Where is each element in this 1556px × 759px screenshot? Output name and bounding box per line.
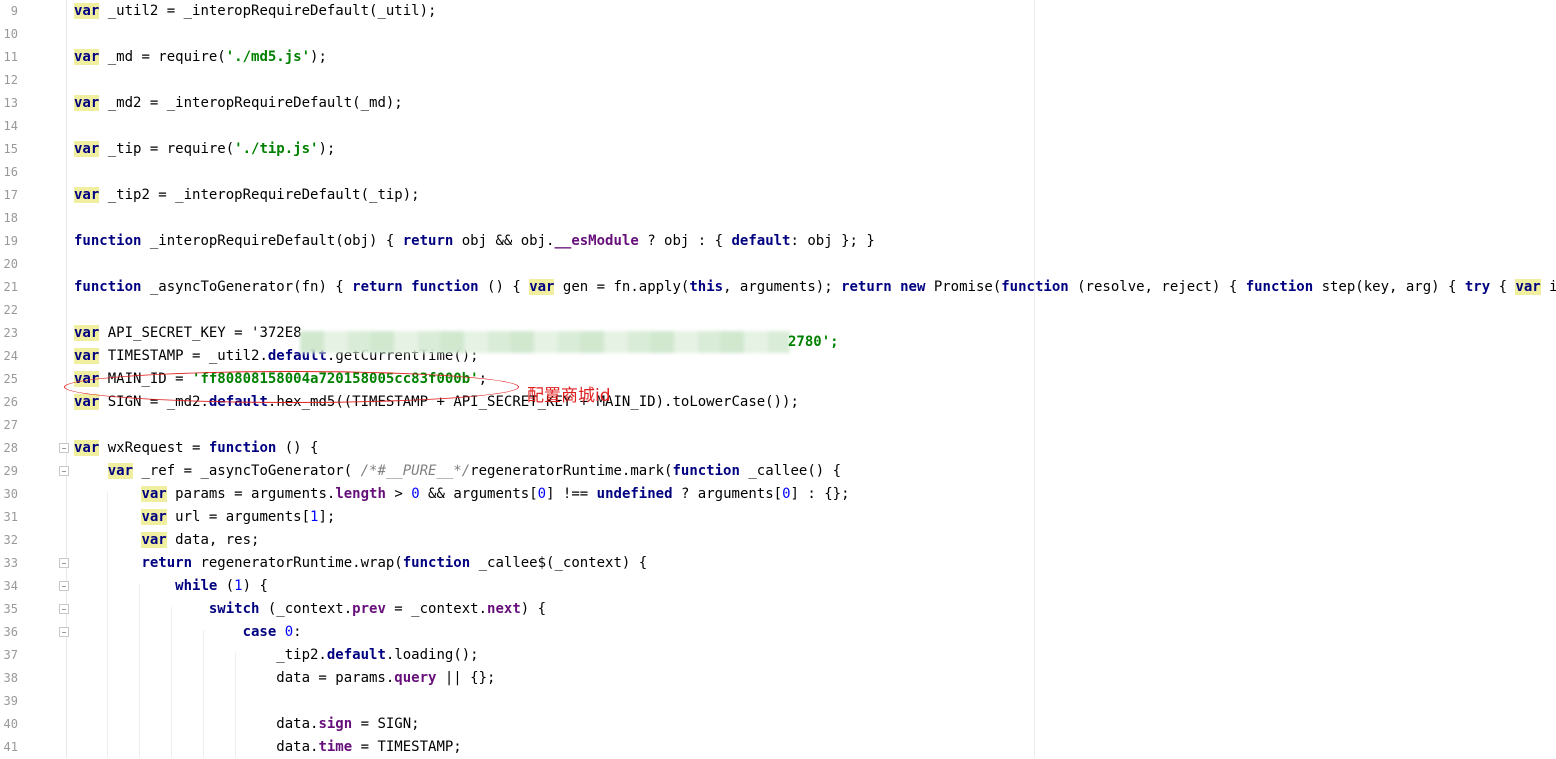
code-line[interactable]: 41 data.time = TIMESTAMP; (0, 736, 1556, 759)
code-text: var _ref = _asyncToGenerator( /*#__PURE_… (107, 463, 842, 479)
code-line[interactable]: 32 var data, res; (0, 529, 1556, 552)
line-number: 24 (3, 349, 18, 363)
code-line[interactable]: 14 (0, 115, 1556, 138)
code-text: var _tip2 = _interopRequireDefault(_tip)… (74, 187, 420, 203)
line-number: 10 (3, 27, 18, 41)
code-line[interactable]: 40 data.sign = SIGN; (0, 713, 1556, 736)
code-line[interactable]: 28 var wxRequest = function () { (0, 437, 1556, 460)
line-number: 40 (3, 717, 18, 731)
code-line[interactable]: 9 var _util2 = _interopRequireDefault(_ut… (0, 0, 1556, 23)
line-number: 36 (3, 625, 18, 639)
code-line[interactable]: 34 while (1) { (0, 575, 1556, 598)
code-line[interactable]: 38 data = params.query || {}; (0, 667, 1556, 690)
code-text: var API_SECRET_KEY = '372E8 (74, 325, 302, 341)
code-line[interactable]: 13 var _md2 = _interopRequireDefault(_md)… (0, 92, 1556, 115)
code-line[interactable]: 12 (0, 69, 1556, 92)
line-number: 21 (3, 280, 18, 294)
code-text: case 0: (242, 624, 302, 640)
code-text: function _asyncToGenerator(fn) { return … (74, 279, 1556, 295)
line-number: 34 (3, 579, 18, 593)
line-number: 25 (3, 372, 18, 386)
code-text: _tip2.default.loading(); (74, 647, 479, 663)
line-number: 19 (3, 234, 18, 248)
line-number: 31 (3, 510, 18, 524)
code-line[interactable]: 36 case 0: (0, 621, 1556, 644)
code-text: var data, res; (141, 532, 260, 548)
fold-toggle-icon[interactable] (59, 466, 69, 476)
code-text: data.time = TIMESTAMP; (74, 739, 462, 755)
line-number: 12 (3, 73, 18, 87)
line-number: 17 (3, 188, 18, 202)
code-line[interactable]: 10 (0, 23, 1556, 46)
line-number: 9 (10, 4, 18, 18)
code-line[interactable]: 33 return regeneratorRuntime.wrap(functi… (0, 552, 1556, 575)
code-line[interactable]: 30 var params = arguments.length > 0 && … (0, 483, 1556, 506)
annotation-label: 配置商城id (527, 386, 611, 406)
secret-key-tail: 2780'; (788, 334, 839, 350)
fold-toggle-icon[interactable] (59, 604, 69, 614)
code-text: var _md2 = _interopRequireDefault(_md); (74, 95, 403, 111)
code-text: switch (_context.prev = _context.next) { (208, 601, 547, 617)
line-number: 20 (3, 257, 18, 271)
code-line[interactable]: 19 function _interopRequireDefault(obj) {… (0, 230, 1556, 253)
line-number: 37 (3, 648, 18, 662)
line-number: 14 (3, 119, 18, 133)
line-number: 41 (3, 740, 18, 754)
line-number: 32 (3, 533, 18, 547)
line-number: 38 (3, 671, 18, 685)
code-text: while (1) { (175, 578, 268, 594)
code-text: return regeneratorRuntime.wrap(function … (141, 555, 648, 571)
code-text: var params = arguments.length > 0 && arg… (141, 486, 850, 502)
line-number: 27 (3, 418, 18, 432)
code-line[interactable]: 18 (0, 207, 1556, 230)
annotation-ellipse (64, 371, 519, 403)
line-number: 16 (3, 165, 18, 179)
code-text: data = params.query || {}; (74, 670, 496, 686)
code-line[interactable]: 15 var _tip = require('./tip.js'); (0, 138, 1556, 161)
code-text: data.sign = SIGN; (74, 716, 420, 732)
line-number: 22 (3, 303, 18, 317)
code-line[interactable]: 27 (0, 414, 1556, 437)
code-line[interactable]: 37 _tip2.default.loading(); (0, 644, 1556, 667)
line-number: 30 (3, 487, 18, 501)
code-line[interactable]: 21 function _asyncToGenerator(fn) { retur… (0, 276, 1556, 299)
fold-toggle-icon[interactable] (59, 627, 69, 637)
code-text: var _util2 = _interopRequireDefault(_uti… (74, 3, 437, 19)
line-number: 35 (3, 602, 18, 616)
code-line[interactable]: 31 var url = arguments[1]; (0, 506, 1556, 529)
code-text: function _interopRequireDefault(obj) { r… (74, 233, 875, 249)
code-text: var url = arguments[1]; (141, 509, 336, 525)
fold-toggle-icon[interactable] (59, 581, 69, 591)
code-text: var wxRequest = function () { (74, 440, 319, 456)
code-text: var _md = require('./md5.js'); (74, 49, 327, 65)
code-line[interactable]: 29 var _ref = _asyncToGenerator( /*#__PU… (0, 460, 1556, 483)
line-number: 28 (3, 441, 18, 455)
line-number: 29 (3, 464, 18, 478)
code-text: var _tip = require('./tip.js'); (74, 141, 336, 157)
code-line[interactable]: 39 (0, 690, 1556, 713)
line-number: 15 (3, 142, 18, 156)
line-number: 18 (3, 211, 18, 225)
line-number: 39 (3, 694, 18, 708)
code-editor[interactable]: 9 var _util2 = _interopRequireDefault(_ut… (0, 0, 1556, 757)
code-line[interactable]: 16 (0, 161, 1556, 184)
line-number: 13 (3, 96, 18, 110)
redacted-secret-blur (300, 331, 790, 353)
line-number: 11 (3, 50, 18, 64)
code-line[interactable]: 17 var _tip2 = _interopRequireDefault(_ti… (0, 184, 1556, 207)
fold-toggle-icon[interactable] (59, 558, 69, 568)
line-number: 26 (3, 395, 18, 409)
code-line[interactable]: 22 (0, 299, 1556, 322)
line-number: 33 (3, 556, 18, 570)
line-number: 23 (3, 326, 18, 340)
code-line[interactable]: 11 var _md = require('./md5.js'); (0, 46, 1556, 69)
code-line[interactable]: 20 (0, 253, 1556, 276)
fold-toggle-icon[interactable] (59, 443, 69, 453)
code-line[interactable]: 35 switch (_context.prev = _context.next… (0, 598, 1556, 621)
